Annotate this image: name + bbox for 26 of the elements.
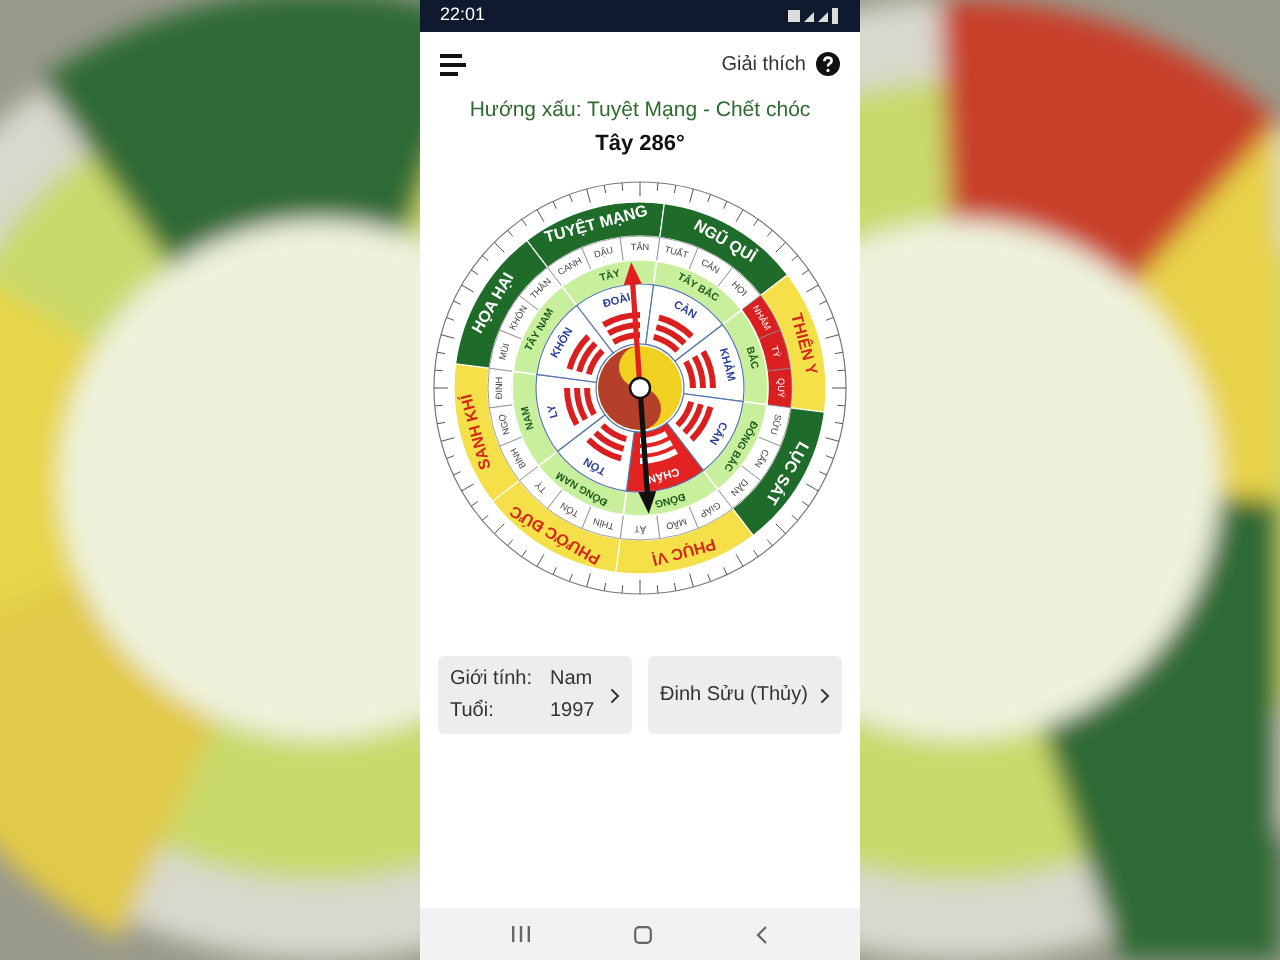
- field-value: 1997: [550, 699, 595, 723]
- field-value: Nam: [550, 667, 595, 691]
- profile-card[interactable]: Giới tính: Nam Tuổi: 1997: [438, 656, 632, 734]
- sector-label: THIÊN Y: [787, 311, 821, 377]
- direction-verdict: Hướng xấu: Tuyệt Mạng - Chết chóc: [467, 96, 813, 124]
- element-card[interactable]: Đinh Sửu (Thủy): [648, 656, 842, 734]
- element-text: Đinh Sửu (Thủy): [660, 682, 808, 710]
- status-time: 22:01: [440, 2, 486, 29]
- trigram-icon: [564, 388, 597, 426]
- menu-icon[interactable]: [440, 53, 466, 75]
- sector-label: PHỤC VỊ: [650, 534, 718, 570]
- sector-label: SANH KHÍ: [457, 392, 495, 472]
- help-link[interactable]: Giải thích: [721, 49, 806, 79]
- recent-apps-icon[interactable]: [512, 926, 530, 942]
- field-label: Tuổi:: [450, 699, 496, 723]
- trigram-icon: [586, 423, 628, 462]
- trigram-icon: [675, 400, 714, 442]
- back-icon[interactable]: [756, 925, 768, 943]
- help-icon[interactable]: [816, 52, 840, 76]
- chevron-icon: [610, 687, 620, 703]
- status-icons: [788, 8, 840, 24]
- chevron-icon: [820, 687, 830, 703]
- field-label: Giới tính:: [450, 667, 535, 691]
- home-icon[interactable]: [634, 925, 652, 943]
- trigram-icon: [683, 350, 716, 388]
- direction-heading: Tây 286°: [593, 130, 687, 160]
